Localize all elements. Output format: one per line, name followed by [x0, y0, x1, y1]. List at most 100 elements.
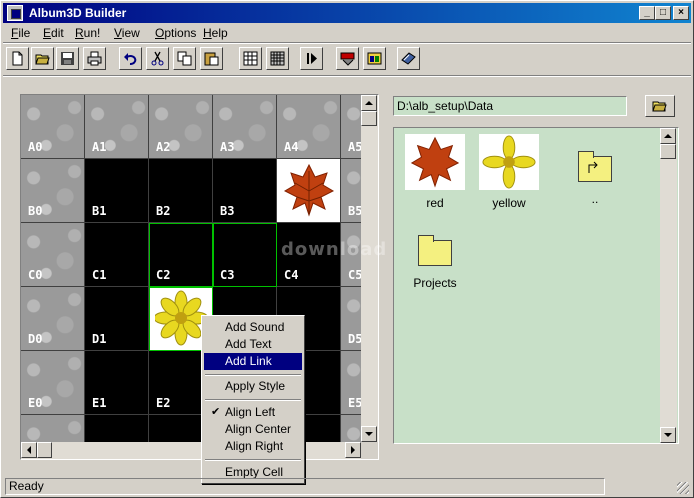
new-button[interactable]: [6, 47, 29, 70]
book-button[interactable]: [397, 47, 420, 70]
grid-vertical-scrollbar[interactable]: [361, 95, 378, 442]
grid-cell-e5[interactable]: E5: [341, 351, 361, 415]
grid-cell-a2[interactable]: A2: [149, 95, 213, 159]
undo-icon: [124, 53, 137, 65]
cell-label: E2: [156, 396, 171, 410]
file-item-yellow[interactable]: yellow: [474, 134, 544, 210]
copy-button[interactable]: [173, 47, 196, 70]
folder-item-projects[interactable]: Projects: [400, 235, 470, 290]
open-button[interactable]: [31, 47, 54, 70]
scroll-left-button[interactable]: [21, 442, 37, 458]
grid-cell-e0[interactable]: E0: [21, 351, 85, 415]
grid-cell-a4[interactable]: A4: [277, 95, 341, 159]
grid-cell-e1[interactable]: E1: [85, 351, 149, 415]
album-grid[interactable]: A0 A1 A2 A3 A4 A5 B0 B1 B2 B3 B5 C0 C1 C…: [21, 95, 361, 442]
grid-horizontal-scrollbar[interactable]: [21, 442, 361, 459]
menu-item-apply-style[interactable]: Apply Style: [204, 378, 302, 395]
file-scroll-down-button[interactable]: [660, 427, 676, 443]
menu-view[interactable]: View: [114, 26, 140, 40]
scroll-up-button[interactable]: [361, 95, 377, 111]
grid-cell-b2[interactable]: B2: [149, 159, 213, 223]
grid-cell-c0[interactable]: C0: [21, 223, 85, 287]
grid-cell-b5[interactable]: B5: [341, 159, 361, 223]
menu-help[interactable]: Help: [203, 26, 228, 40]
undo-button[interactable]: [119, 47, 142, 70]
menu-item-align-left[interactable]: ✔ Align Left: [204, 404, 302, 421]
cell-label: A3: [220, 140, 235, 154]
print-button[interactable]: [83, 47, 106, 70]
cell-label: B3: [220, 204, 235, 218]
scroll-down-button[interactable]: [361, 426, 377, 442]
grid-cell-b1[interactable]: B1: [85, 159, 149, 223]
grid-cell-c1[interactable]: C1: [85, 223, 149, 287]
cell-label: C2: [156, 268, 171, 282]
file-vertical-scrollbar[interactable]: [660, 128, 677, 443]
menu-run[interactable]: Run!: [75, 26, 100, 40]
grid-cell-d1[interactable]: D1: [85, 287, 149, 351]
grid-cell-f0[interactable]: [21, 415, 85, 442]
resize-grip-icon[interactable]: [677, 482, 689, 494]
cell-label: C5: [348, 268, 361, 282]
paste-icon: [204, 52, 219, 66]
menu-help-label: elp: [211, 26, 228, 40]
grid-cell-a0[interactable]: A0: [21, 95, 85, 159]
browse-folder-button[interactable]: [645, 95, 675, 117]
minimize-button[interactable]: _: [639, 6, 655, 20]
menu-item-align-center[interactable]: Align Center: [204, 421, 302, 438]
cell-label: B5: [348, 204, 361, 218]
grid-cell-b0[interactable]: B0: [21, 159, 85, 223]
cell-label: C4: [284, 268, 299, 282]
stamp-button[interactable]: [336, 47, 359, 70]
scroll-thumb[interactable]: [361, 111, 377, 126]
folder-icon: [418, 235, 452, 266]
menu-separator: [205, 399, 301, 401]
grid-cell-d0[interactable]: D0: [21, 287, 85, 351]
image-button[interactable]: [363, 47, 386, 70]
close-button[interactable]: ×: [673, 6, 689, 20]
paste-button[interactable]: [200, 47, 223, 70]
menu-edit[interactable]: Edit: [43, 26, 64, 40]
scroll-right-button[interactable]: [345, 442, 361, 458]
cell-label: B2: [156, 204, 171, 218]
folder-item-up[interactable]: ..: [560, 151, 630, 206]
grid-button[interactable]: [239, 47, 262, 70]
image-icon: [367, 52, 382, 65]
grid-cell-f5[interactable]: [341, 415, 361, 442]
menu-file[interactable]: File: [11, 26, 30, 40]
cell-label: B1: [92, 204, 107, 218]
grid-cell-c3[interactable]: C3: [213, 223, 277, 287]
grid-cell-b4[interactable]: [277, 159, 341, 223]
arrow-up-icon: [365, 101, 373, 105]
title-bar[interactable]: Album3D Builder _ □ ×: [3, 3, 691, 23]
grid-cell-d5[interactable]: D5: [341, 287, 361, 351]
menu-options[interactable]: Options: [155, 26, 196, 40]
grid-cell-a3[interactable]: A3: [213, 95, 277, 159]
grid-cell-a1[interactable]: A1: [85, 95, 149, 159]
path-field[interactable]: D:\alb_setup\Data: [393, 96, 627, 116]
cell-label: E0: [28, 396, 43, 410]
grid-cell-c2[interactable]: C2: [149, 223, 213, 287]
cut-button[interactable]: [146, 47, 169, 70]
grid-icon: [243, 51, 258, 66]
scroll-thumb-horizontal[interactable]: [37, 442, 52, 458]
save-button[interactable]: [56, 47, 79, 70]
file-scroll-thumb[interactable]: [660, 144, 676, 159]
run-button[interactable]: [300, 47, 323, 70]
menu-item-add-sound[interactable]: Add Sound: [204, 319, 302, 336]
grid-cell-a5[interactable]: A5: [341, 95, 361, 159]
file-browser[interactable]: red yellow .. Projects: [393, 127, 679, 444]
grid-alt-button[interactable]: [266, 47, 289, 70]
grid-cell-b3[interactable]: B3: [213, 159, 277, 223]
file-label: ..: [591, 192, 599, 206]
book-icon: [401, 52, 416, 65]
arrow-down-icon: [664, 433, 672, 437]
cell-label: A2: [156, 140, 171, 154]
menu-item-add-text[interactable]: Add Text: [204, 336, 302, 353]
grid-cell-f1[interactable]: [85, 415, 149, 442]
file-item-red[interactable]: red: [400, 134, 470, 210]
toolbar-separator: [3, 75, 691, 77]
maximize-button[interactable]: □: [655, 6, 671, 20]
file-scroll-up-button[interactable]: [660, 128, 676, 144]
menu-item-align-right[interactable]: Align Right: [204, 438, 302, 455]
menu-item-add-link[interactable]: Add Link: [204, 353, 302, 370]
